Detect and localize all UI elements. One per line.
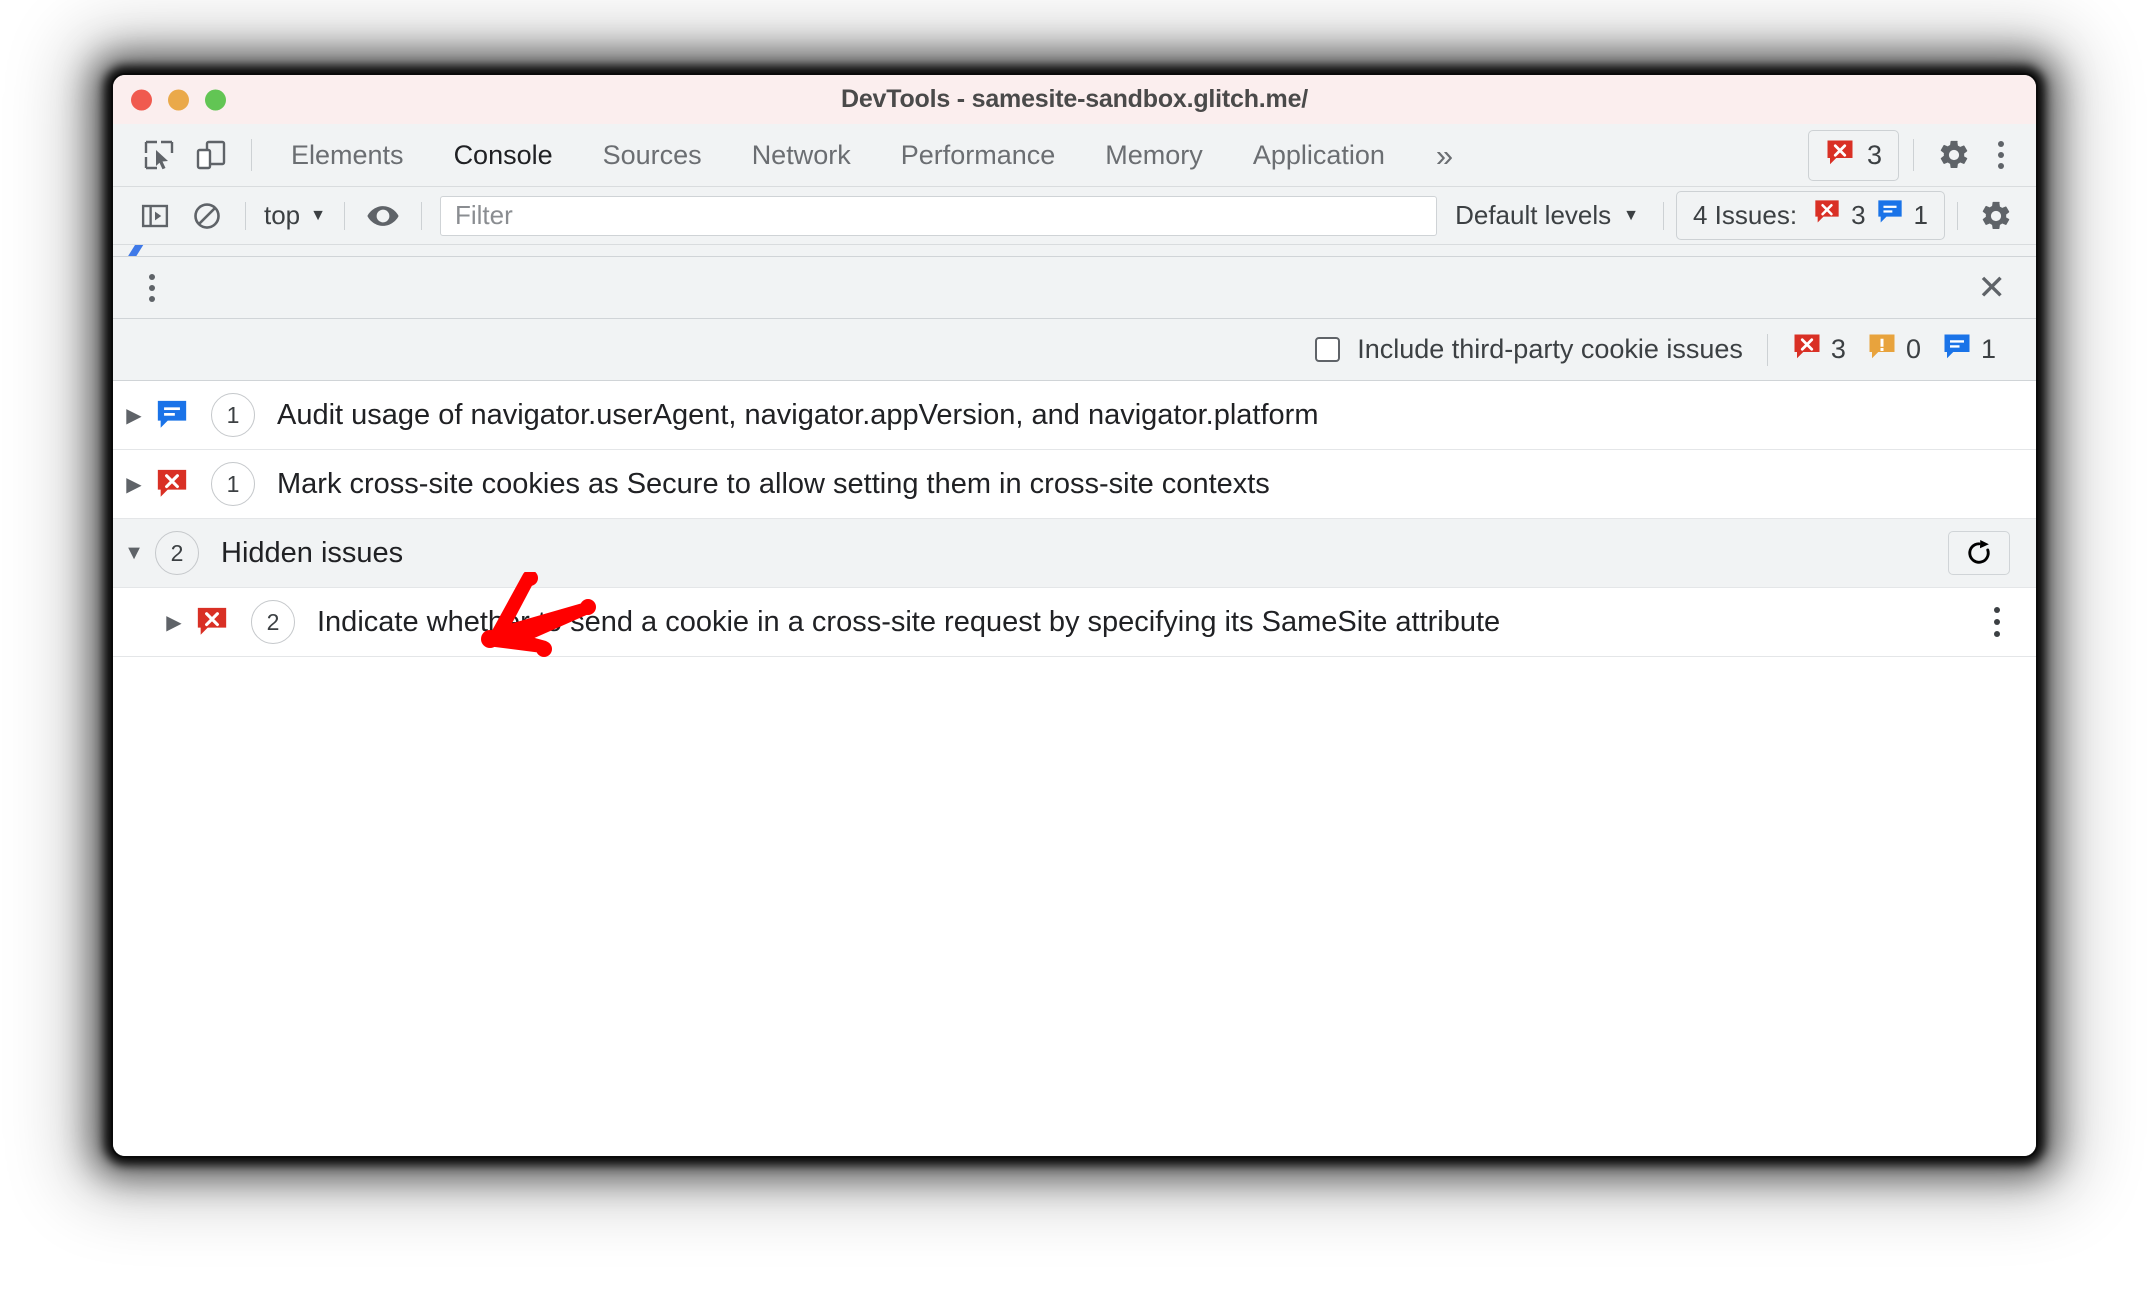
panel-tabs: Elements Console Sources Network Perform… — [266, 140, 1479, 171]
tab-sources[interactable]: Sources — [578, 140, 727, 171]
more-tabs-icon[interactable]: » — [1410, 140, 1479, 171]
toolbar-divider-2 — [1913, 139, 1914, 171]
hidden-issues-label: Hidden issues — [221, 536, 404, 569]
window-controls[interactable] — [131, 89, 226, 110]
inspect-element-icon[interactable] — [133, 129, 185, 181]
gear-icon[interactable] — [1970, 190, 2022, 242]
device-toolbar-icon[interactable] — [185, 129, 237, 181]
tab-application[interactable]: Application — [1228, 140, 1410, 171]
info-issue-icon — [1942, 332, 1972, 367]
issue-title: Audit usage of navigator.userAgent, navi… — [277, 398, 1319, 431]
error-issue-count: 3 — [1830, 334, 1846, 364]
filterbar-divider-3 — [421, 201, 422, 230]
execution-context-label: top — [264, 200, 301, 230]
chevron-down-icon: ▼ — [1623, 206, 1639, 224]
error-issue-icon — [1825, 138, 1855, 173]
devtools-tabbar: Elements Console Sources Network Perform… — [113, 124, 2036, 187]
log-levels-label: Default levels — [1455, 200, 1612, 230]
tab-console[interactable]: Console — [429, 140, 578, 171]
tab-elements[interactable]: Elements — [266, 140, 429, 171]
issues-error-count: 3 — [1851, 200, 1866, 230]
issues-info-count: 1 — [1913, 200, 1928, 230]
issue-count-pill: 1 — [211, 462, 255, 506]
drawer-active-tab-indicator — [127, 245, 150, 256]
issue-row[interactable]: 1 Audit usage of navigator.userAgent, na… — [113, 381, 2036, 450]
gear-icon[interactable] — [1928, 129, 1980, 181]
third-party-cookie-label: Include third-party cookie issues — [1357, 334, 1743, 364]
live-expression-eye-icon[interactable] — [357, 190, 409, 242]
filterbar-divider-1 — [245, 201, 246, 230]
issue-title: Mark cross-site cookies as Secure to all… — [277, 467, 1270, 500]
error-issue-icon — [1792, 332, 1822, 367]
error-count-text: 3 — [1866, 139, 1882, 170]
warning-issue-icon — [1867, 332, 1897, 367]
issues-filter-row: Include third-party cookie issues 3 0 1 — [113, 319, 2036, 381]
issues-empty-area — [113, 657, 2036, 1156]
kebab-menu-icon[interactable] — [131, 273, 173, 302]
tab-performance[interactable]: Performance — [876, 140, 1081, 171]
issues-summary-button[interactable]: 4 Issues: 3 1 — [1676, 191, 1945, 240]
drawer-tabbar — [113, 245, 2036, 257]
error-issue-icon — [195, 605, 229, 639]
error-count-badge[interactable]: 3 — [1807, 129, 1899, 181]
hidden-issues-group-row[interactable]: 2 Hidden issues — [113, 519, 2036, 588]
expand-triangle-icon[interactable] — [113, 403, 155, 428]
issue-kebab-menu-icon[interactable] — [1984, 607, 2010, 637]
issue-title: Indicate whether to send a cookie in a c… — [317, 605, 1501, 638]
error-issue-icon — [155, 467, 189, 501]
tab-network[interactable]: Network — [727, 140, 876, 171]
window-titlebar: DevTools - samesite-sandbox.glitch.me/ — [113, 75, 2036, 124]
clear-console-icon[interactable] — [181, 190, 233, 242]
drawer-header: ✕ — [113, 257, 2036, 319]
filterbar-divider-5 — [1957, 201, 1958, 230]
third-party-cookie-checkbox[interactable] — [1315, 337, 1341, 362]
expand-triangle-icon[interactable] — [113, 472, 155, 497]
execution-context-selector[interactable]: top ▼ — [258, 200, 332, 231]
warning-issue-count: 0 — [1905, 334, 1921, 364]
filterbar-divider-4 — [1663, 201, 1664, 230]
issues-summary-label: 4 Issues: — [1693, 200, 1798, 230]
console-filter-toolbar: top ▼ Filter Default levels ▼ 4 Issues: — [113, 187, 2036, 245]
console-sidebar-icon[interactable] — [129, 190, 181, 242]
filterbar-divider-2 — [344, 201, 345, 230]
issues-filter-divider — [1766, 333, 1768, 366]
issue-counts: 3 0 1 — [1792, 332, 2008, 367]
log-levels-selector[interactable]: Default levels ▼ — [1443, 200, 1651, 231]
kebab-menu-icon[interactable] — [1980, 141, 2022, 169]
maximize-window-button[interactable] — [205, 89, 226, 110]
info-issue-icon — [155, 398, 189, 432]
expand-triangle-icon[interactable] — [153, 610, 195, 635]
chevron-down-icon: ▼ — [310, 206, 326, 224]
info-issue-count: 1 — [1980, 334, 1996, 364]
hidden-issues-count-pill: 2 — [155, 531, 199, 575]
filter-input[interactable]: Filter — [440, 195, 1438, 236]
issue-row[interactable]: 2 Indicate whether to send a cookie in a… — [113, 588, 2036, 657]
minimize-window-button[interactable] — [168, 89, 189, 110]
info-issue-icon — [1876, 198, 1904, 233]
devtools-window: DevTools - samesite-sandbox.glitch.me/ E… — [113, 75, 2036, 1156]
collapse-triangle-icon[interactable] — [113, 542, 155, 565]
tab-memory[interactable]: Memory — [1080, 140, 1228, 171]
toolbar-divider — [251, 139, 252, 171]
unhide-all-issues-button[interactable] — [1948, 531, 2010, 575]
issue-count-pill: 1 — [211, 393, 255, 437]
close-icon[interactable]: ✕ — [1970, 271, 2015, 305]
third-party-cookie-checkbox-wrap[interactable]: Include third-party cookie issues — [1315, 334, 1743, 365]
error-issue-icon — [1813, 198, 1841, 233]
close-window-button[interactable] — [131, 89, 152, 110]
window-title: DevTools - samesite-sandbox.glitch.me/ — [840, 85, 1309, 113]
screenshot-stage: DevTools - samesite-sandbox.glitch.me/ E… — [0, 0, 2150, 1312]
issue-count-pill: 2 — [251, 600, 295, 644]
issue-row[interactable]: 1 Mark cross-site cookies as Secure to a… — [113, 450, 2036, 519]
